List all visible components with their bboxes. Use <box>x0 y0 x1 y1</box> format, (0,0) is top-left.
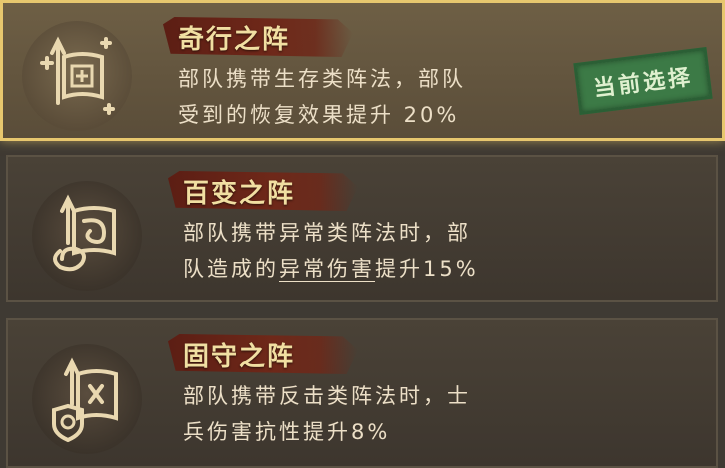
formation-emblem <box>22 21 132 131</box>
description-line: 部队携带异常类阵法时，部 <box>183 221 471 245</box>
healing-flag-icon <box>40 36 115 115</box>
formation-card-baibian[interactable]: 百变之阵 部队携带异常类阵法时，部 队造成的异常伤害提升15% <box>6 155 718 302</box>
formation-emblem <box>32 181 142 291</box>
description-line: 队造成的异常伤害提升15% <box>183 251 583 287</box>
formation-description: 部队携带生存类阵法，部队 受到的恢复效果提升 20% <box>178 61 578 133</box>
description-line: 部队携带生存类阵法，部队 <box>178 67 466 91</box>
spiral-flag-icon <box>53 194 116 272</box>
formation-description: 部队携带反击类阵法时，士 兵伤害抗性提升8% <box>183 378 583 450</box>
description-text: 提升15% <box>375 257 479 281</box>
formation-description: 部队携带异常类阵法时，部 队造成的异常伤害提升15% <box>183 215 583 287</box>
current-selection-badge: 当前选择 <box>573 47 713 115</box>
abnormal-damage-link[interactable]: 异常伤害 <box>279 257 375 282</box>
formation-card-gushou[interactable]: 固守之阵 部队携带反击类阵法时，士 兵伤害抗性提升8% <box>6 318 718 468</box>
description-text: 队造成的 <box>183 257 279 281</box>
description-line: 兵伤害抗性提升8% <box>183 420 391 444</box>
formation-card-qixing[interactable]: 奇行之阵 部队携带生存类阵法，部队 受到的恢复效果提升 20% 当前选择 <box>0 0 725 141</box>
formation-title: 奇行之阵 <box>178 25 291 55</box>
description-line: 部队携带反击类阵法时，士 <box>183 384 471 408</box>
shield-flag-icon <box>52 357 118 443</box>
description-line: 受到的恢复效果提升 20% <box>178 103 460 127</box>
formation-emblem <box>32 344 142 454</box>
formation-title: 百变之阵 <box>183 179 296 209</box>
formation-title: 固守之阵 <box>183 342 296 372</box>
